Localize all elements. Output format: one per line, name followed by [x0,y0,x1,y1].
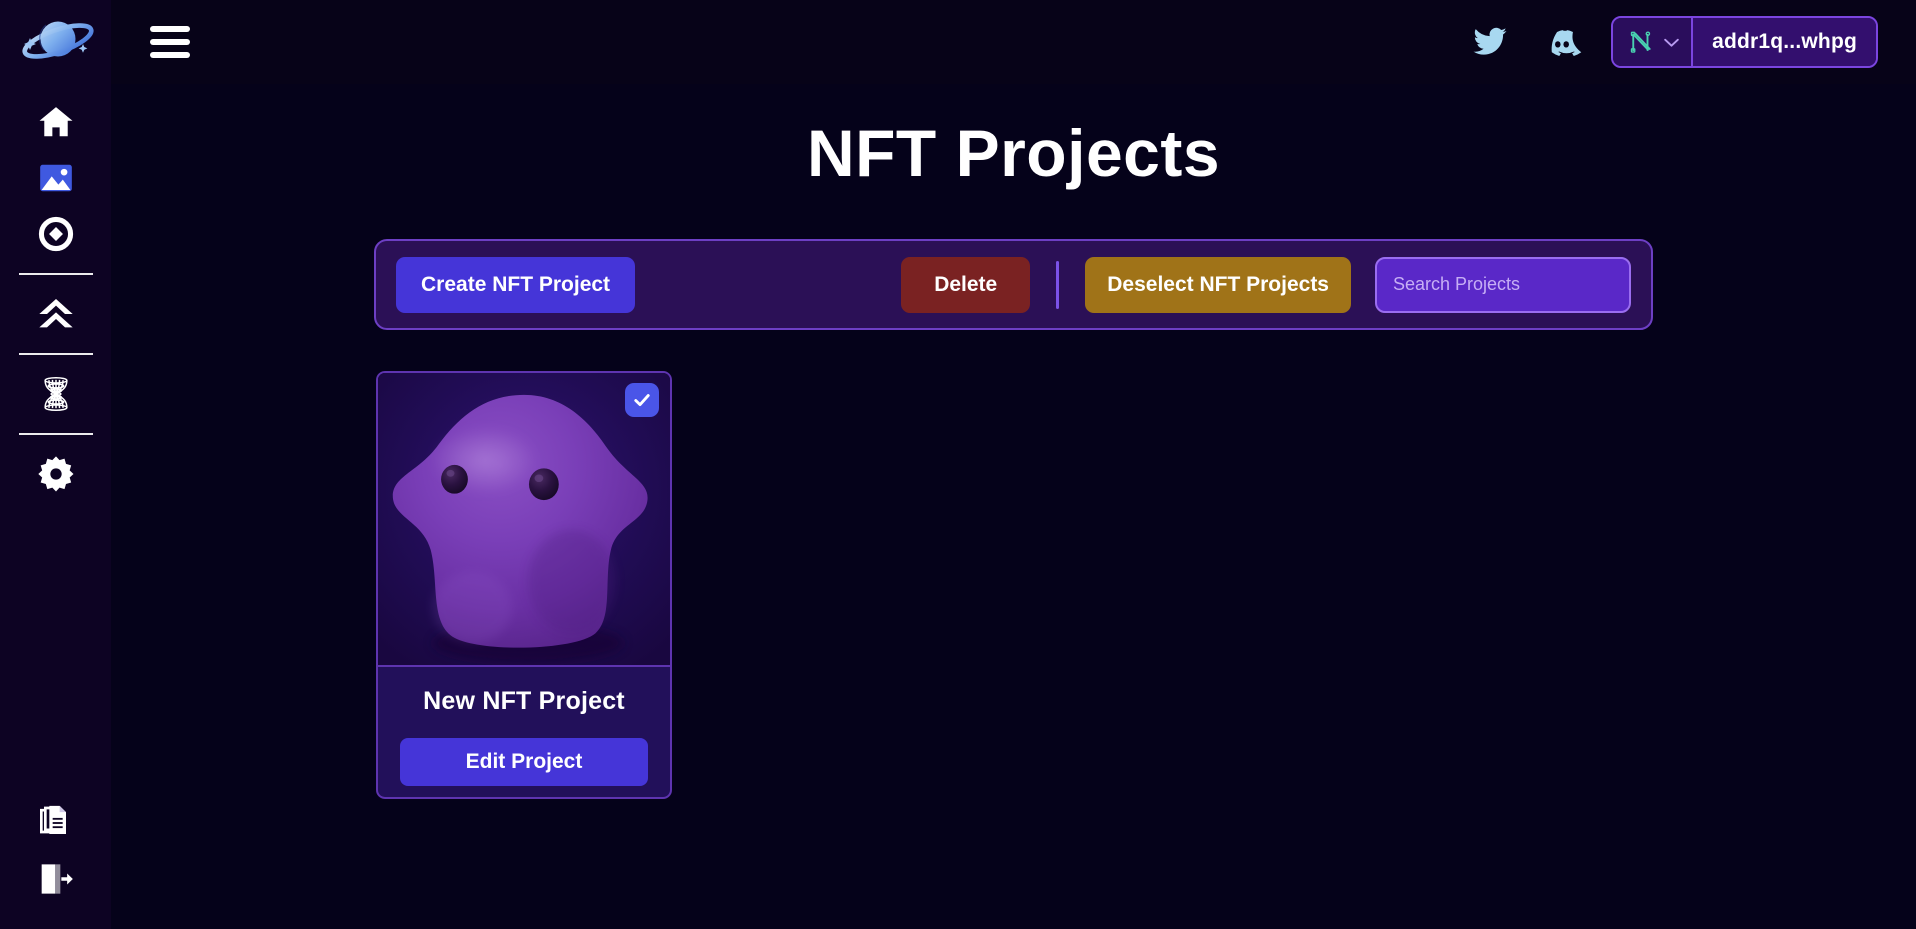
sidebar-nav [0,94,111,502]
chevron-down-icon [1664,38,1679,47]
wallet-chip[interactable]: addr1q...whpg [1611,16,1878,68]
project-card[interactable]: New NFT Project Edit Project [376,371,672,799]
sidebar-item-logout[interactable] [0,851,111,907]
sidebar [0,0,111,929]
logout-icon [41,864,73,894]
deselect-nft-projects-button[interactable]: Deselect NFT Projects [1085,256,1351,313]
projects-grid: New NFT Project Edit Project [374,371,1653,799]
wallet-address[interactable]: addr1q...whpg [1693,18,1876,66]
sidebar-item-home[interactable] [0,94,111,150]
sidebar-bottom [0,795,111,929]
sidebar-item-docs[interactable] [0,795,111,851]
sidebar-item-upgrade[interactable] [0,286,111,342]
chevrons-up-icon [38,299,73,328]
project-card-body: New NFT Project Edit Project [378,667,670,797]
project-title: New NFT Project [423,687,625,715]
sidebar-divider-1 [18,273,93,275]
discord-icon[interactable] [1539,19,1585,65]
search-box[interactable] [1375,256,1631,313]
project-thumbnail[interactable] [378,373,670,667]
gear-icon [37,456,73,492]
page-title: NFT Projects [806,116,1221,190]
image-icon [39,164,72,192]
delete-button[interactable]: Delete [901,256,1031,313]
documents-icon [39,805,66,834]
app-root: addr1q...whpg NFT Projects Create NFT Pr… [0,0,1916,929]
hamburger-icon[interactable] [143,19,197,65]
nami-wallet-icon [1630,31,1651,53]
page-content: NFT Projects Create NFT Project Delete D… [111,84,1916,799]
project-select-checkbox[interactable] [625,383,659,417]
topbar: addr1q...whpg [111,0,1916,84]
toolbar-divider [1056,260,1060,309]
sidebar-item-mesh[interactable] [0,366,111,422]
search-input[interactable] [1393,274,1625,295]
create-nft-project-button[interactable]: Create NFT Project [396,256,636,313]
purple-blob-nft-artwork [378,373,670,665]
check-icon [634,394,650,407]
twitter-icon[interactable] [1467,19,1513,65]
sidebar-item-mint[interactable] [0,206,111,262]
topbar-right: addr1q...whpg [1467,16,1878,68]
home-icon [39,107,72,137]
wallet-selector[interactable] [1613,18,1694,66]
sidebar-item-gallery[interactable] [0,150,111,206]
sidebar-divider-2 [18,353,93,355]
planet-logo[interactable] [10,2,102,82]
sidebar-divider-3 [18,433,93,435]
projects-toolbar: Create NFT Project Delete Deselect NFT P… [374,239,1653,330]
target-icon [38,216,73,252]
main-area: addr1q...whpg NFT Projects Create NFT Pr… [111,0,1916,929]
edit-project-button[interactable]: Edit Project [400,738,648,786]
hyperboloid-icon [43,376,68,412]
sidebar-item-settings[interactable] [0,446,111,502]
